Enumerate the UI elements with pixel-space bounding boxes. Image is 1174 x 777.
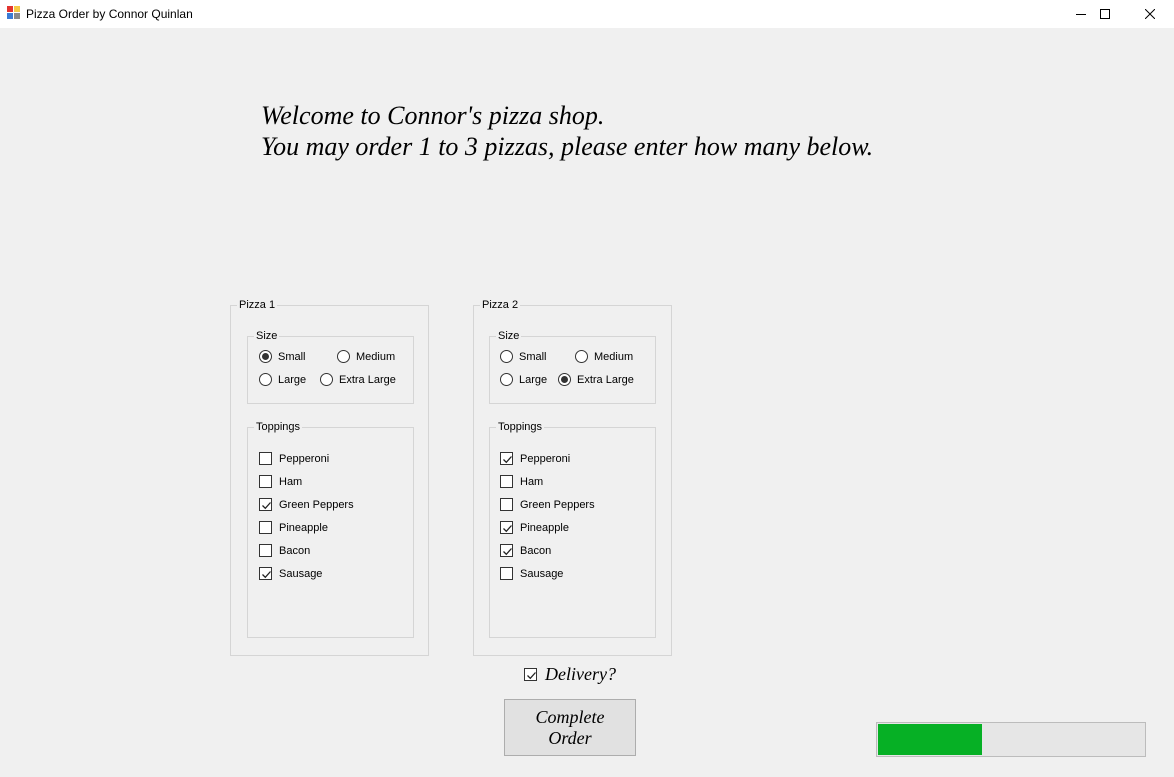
maximize-icon [1100, 9, 1110, 19]
close-button[interactable] [1127, 0, 1173, 28]
pizza-2-topping-sausage-checkbox[interactable]: Sausage [500, 567, 563, 580]
checkmark-icon [503, 525, 512, 533]
pizza-1-topping-green-peppers-checkbox[interactable]: Green Peppers [259, 498, 354, 511]
pizza-1-toppings-label: Toppings [254, 420, 303, 434]
pizza-2-size-label: Size [496, 329, 522, 343]
complete-order-label: Complete Order [535, 706, 605, 748]
checkbox-label: Pineapple [520, 521, 569, 534]
pizza-2-size-group: Size [489, 329, 656, 404]
pizza-2-size-large-radio[interactable]: Large [500, 373, 547, 386]
checkmark-icon [262, 571, 271, 579]
close-icon [1145, 9, 1155, 19]
checkbox-box [524, 668, 537, 681]
maximize-button[interactable] [1082, 0, 1128, 28]
checkbox-label: Bacon [279, 544, 311, 557]
radio-indicator [259, 350, 272, 363]
checkbox-box [500, 452, 513, 465]
pizza-1-topping-sausage-checkbox[interactable]: Sausage [259, 567, 322, 580]
pizza-2-size-medium-radio[interactable]: Medium [575, 350, 633, 363]
progress-fill [878, 724, 982, 755]
radio-indicator [575, 350, 588, 363]
checkbox-box [500, 567, 513, 580]
checkbox-box [259, 521, 272, 534]
checkbox-label: Pepperoni [279, 452, 330, 465]
checkbox-box [259, 475, 272, 488]
checkbox-box [500, 521, 513, 534]
pizza-2-title: Pizza 2 [480, 298, 521, 312]
pizza-1-topping-pepperoni-checkbox[interactable]: Pepperoni [259, 452, 329, 465]
radio-label: Medium [356, 350, 396, 363]
radio-label: Extra Large [577, 373, 634, 386]
checkmark-icon [527, 672, 536, 680]
checkbox-label: Ham [520, 475, 544, 488]
pizza-1-topping-bacon-checkbox[interactable]: Bacon [259, 544, 310, 557]
radio-label: Small [278, 350, 306, 363]
pizza-2-topping-green-peppers-checkbox[interactable]: Green Peppers [500, 498, 595, 511]
welcome-line-1: Welcome to Connor's pizza shop. [261, 101, 605, 130]
app-icon [7, 6, 21, 20]
checkmark-icon [262, 502, 271, 510]
pizza-2-toppings-label: Toppings [496, 420, 545, 434]
order-progress-bar [876, 722, 1146, 757]
checkmark-icon [503, 548, 512, 556]
radio-label: Large [278, 373, 307, 386]
pizza-1-size-medium-radio[interactable]: Medium [337, 350, 395, 363]
welcome-line-2: You may order 1 to 3 pizzas, please ente… [261, 132, 874, 161]
checkbox-box [259, 498, 272, 511]
checkbox-label: Pineapple [279, 521, 328, 534]
checkbox-label: Pepperoni [520, 452, 571, 465]
pizza-2-topping-bacon-checkbox[interactable]: Bacon [500, 544, 551, 557]
checkbox-box [259, 544, 272, 557]
checkbox-label: Ham [279, 475, 303, 488]
pizza-1-size-large-radio[interactable]: Large [259, 373, 306, 386]
checkbox-label: Green Peppers [520, 498, 595, 511]
pizza-2-topping-pineapple-checkbox[interactable]: Pineapple [500, 521, 569, 534]
radio-indicator [500, 373, 513, 386]
radio-label: Extra Large [339, 373, 396, 386]
pizza-1-topping-ham-checkbox[interactable]: Ham [259, 475, 302, 488]
checkbox-box [500, 544, 513, 557]
pizza-2-size-extra-large-radio[interactable]: Extra Large [558, 373, 634, 386]
checkbox-label: Green Peppers [279, 498, 354, 511]
pizza-1-size-group: Size [247, 329, 414, 404]
checkbox-box [500, 475, 513, 488]
pizza-2-topping-ham-checkbox[interactable]: Ham [500, 475, 543, 488]
pizza-1-size-small-radio[interactable]: Small [259, 350, 306, 363]
radio-label: Medium [594, 350, 634, 363]
radio-indicator [337, 350, 350, 363]
checkbox-label: Sausage [520, 567, 564, 580]
pizza-1-topping-pineapple-checkbox[interactable]: Pineapple [259, 521, 328, 534]
radio-indicator [558, 373, 571, 386]
delivery-label: Delivery? [545, 664, 616, 684]
radio-indicator [320, 373, 333, 386]
checkbox-label: Sausage [279, 567, 323, 580]
radio-label: Small [519, 350, 547, 363]
radio-indicator [259, 373, 272, 386]
delivery-checkbox[interactable]: Delivery? [524, 664, 616, 685]
pizza-2-size-small-radio[interactable]: Small [500, 350, 547, 363]
pizza-1-size-extra-large-radio[interactable]: Extra Large [320, 373, 396, 386]
title-bar: Pizza Order by Connor Quinlan [0, 0, 1174, 28]
pizza-1-title: Pizza 1 [237, 298, 278, 312]
welcome-message: Welcome to Connor's pizza shop. You may … [261, 100, 873, 162]
checkbox-label: Bacon [520, 544, 552, 557]
radio-indicator [500, 350, 513, 363]
checkbox-box [259, 567, 272, 580]
complete-order-button[interactable]: Complete Order [504, 699, 636, 756]
pizza-2-topping-pepperoni-checkbox[interactable]: Pepperoni [500, 452, 570, 465]
checkbox-box [259, 452, 272, 465]
pizza-1-size-label: Size [254, 329, 280, 343]
checkmark-icon [503, 456, 512, 464]
checkbox-box [500, 498, 513, 511]
radio-label: Large [519, 373, 548, 386]
window-title: Pizza Order by Connor Quinlan [26, 7, 193, 21]
